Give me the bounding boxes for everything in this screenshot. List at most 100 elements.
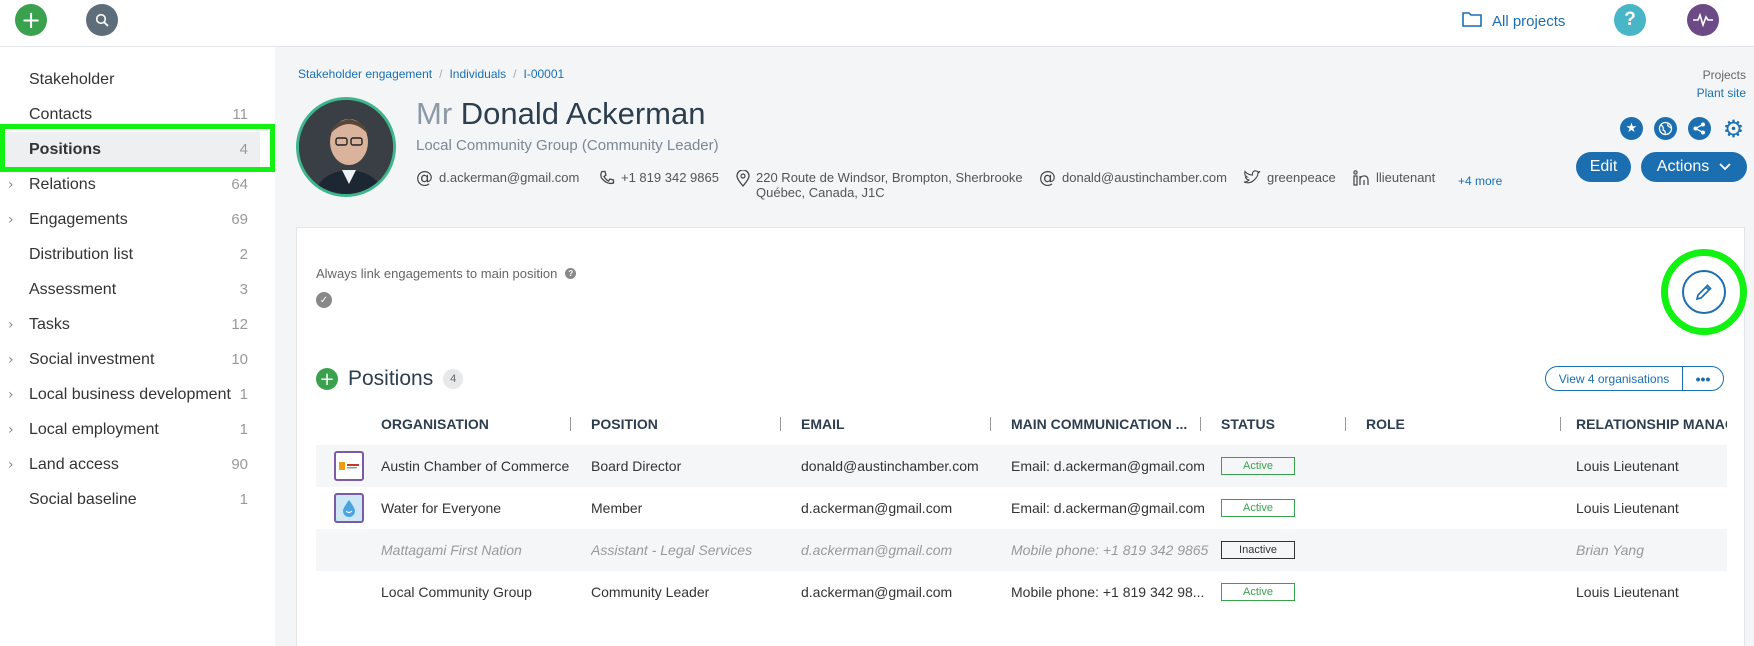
column-header-organisation[interactable]: ORGANISATION	[381, 403, 571, 445]
breadcrumb-separator: /	[513, 67, 517, 81]
table-row[interactable]: Austin Chamber of Commerce Board Directo…	[316, 445, 1727, 487]
gear-icon[interactable]: ⚙	[1722, 115, 1745, 143]
breadcrumb-item[interactable]: Individuals	[449, 67, 506, 81]
table-row[interactable]: Water for Everyone Member d.ackerman@gma…	[316, 487, 1727, 529]
add-position-icon[interactable]: +	[316, 368, 338, 390]
cell-organisation: Austin Chamber of Commerce	[381, 458, 570, 474]
sidebar-item-label: Relations	[29, 175, 96, 193]
cell-status: Active	[1221, 487, 1361, 529]
sidebar-item-relations[interactable]: › Relations 64	[0, 167, 260, 202]
chevron-right-icon: ›	[8, 456, 14, 473]
search-icon[interactable]	[86, 4, 118, 36]
top-bar: + All projects ?	[0, 0, 1754, 47]
cell-organisation: Local Community Group	[381, 584, 532, 600]
cell-role	[1366, 571, 1566, 613]
cell-relationship-manager: Louis Lieutenant	[1576, 500, 1679, 516]
cell-email: d.ackerman@gmail.com	[801, 500, 953, 516]
all-projects-link[interactable]: All projects	[1462, 11, 1565, 31]
sidebar-item-count: 1	[239, 386, 248, 403]
projects-label: Projects	[1702, 68, 1746, 82]
chevron-down-icon	[1719, 158, 1731, 176]
share-icon[interactable]	[1688, 117, 1711, 140]
more-contacts-link[interactable]: +4 more	[1458, 174, 1502, 200]
contact-linkedin[interactable]: llieutenant	[1353, 170, 1458, 200]
cell-status: Active	[1221, 571, 1361, 613]
contact-twitter[interactable]: greenpeace	[1243, 170, 1353, 200]
cell-email: donald@austinchamber.com	[801, 458, 979, 474]
cell-email: d.ackerman@gmail.com	[801, 584, 953, 600]
all-projects-label: All projects	[1492, 12, 1566, 30]
sidebar-item-stakeholder[interactable]: Stakeholder	[0, 62, 260, 97]
sidebar-item-count: 10	[231, 351, 248, 368]
column-header-status[interactable]: STATUS	[1221, 403, 1346, 445]
column-header-position[interactable]: POSITION	[591, 403, 781, 445]
cell-role	[1366, 529, 1566, 571]
star-icon[interactable]: ★	[1620, 117, 1643, 140]
cell-position: Assistant - Legal Services	[591, 542, 753, 558]
sidebar-item-local-employment[interactable]: › Local employment 1	[0, 412, 260, 447]
address-line-2: Québec, Canada, J1C	[756, 185, 885, 200]
column-header-relationship-manager[interactable]: RELATIONSHIP MANAGER	[1576, 403, 1727, 445]
chevron-right-icon: ›	[8, 176, 14, 193]
table-row[interactable]: Local Community Group Community Leader d…	[316, 571, 1727, 613]
sidebar-item-distribution-list[interactable]: Distribution list 2	[0, 237, 260, 272]
positions-count-badge: 4	[443, 369, 464, 389]
sidebar-item-tasks[interactable]: › Tasks 12	[0, 307, 260, 342]
at-icon: @	[1039, 168, 1056, 188]
actions-label: Actions	[1656, 158, 1710, 175]
chevron-right-icon: ›	[8, 351, 14, 368]
sidebar-item-engagements[interactable]: › Engagements 69	[0, 202, 260, 237]
cell-status: Inactive	[1221, 529, 1361, 571]
add-icon[interactable]: +	[15, 4, 47, 36]
sidebar-item-count: 1	[239, 421, 248, 438]
sidebar-item-label: Local employment	[29, 420, 159, 438]
more-options-button[interactable]: •••	[1682, 366, 1724, 391]
sidebar-item-social-baseline[interactable]: Social baseline 1	[0, 482, 260, 517]
sidebar-item-land-access[interactable]: › Land access 90	[0, 447, 260, 482]
check-circle-icon[interactable]: ✓	[316, 292, 332, 308]
cell-relationship-manager: Louis Lieutenant	[1576, 584, 1679, 600]
help-icon[interactable]: ?	[1614, 4, 1646, 36]
sidebar-item-count: 12	[231, 316, 248, 333]
cell-main-communication: Mobile phone: +1 819 342 9865	[1011, 542, 1209, 558]
help-circle-icon[interactable]: ?	[565, 268, 577, 279]
chevron-right-icon: ›	[8, 211, 14, 228]
contact-email[interactable]: @ d.ackerman@gmail.com	[416, 170, 599, 200]
column-header-role[interactable]: ROLE	[1366, 403, 1561, 445]
highlight-ring	[1661, 249, 1747, 335]
status-badge: Active	[1221, 499, 1295, 517]
cell-position: Member	[591, 500, 643, 516]
cell-position: Community Leader	[591, 584, 710, 600]
sidebar-item-count: 90	[231, 456, 248, 473]
phone-icon	[599, 170, 615, 189]
actions-button[interactable]: Actions	[1641, 152, 1747, 182]
breadcrumb-item[interactable]: Stakeholder engagement	[298, 67, 432, 81]
contact-info: @ d.ackerman@gmail.com +1 819 342 9865 2…	[416, 169, 1502, 200]
breadcrumb: Stakeholder engagement / Individuals / I…	[298, 67, 564, 81]
sidebar-item-social-investment[interactable]: › Social investment 10	[0, 342, 260, 377]
sidebar-item-assessment[interactable]: Assessment 3	[0, 272, 260, 307]
column-header-email[interactable]: EMAIL	[801, 403, 991, 445]
edit-button[interactable]: Edit	[1576, 152, 1631, 182]
column-header-main-communication[interactable]: MAIN COMMUNICATION ...	[1011, 403, 1201, 445]
cell-main-communication: Email: d.ackerman@gmail.com	[1011, 500, 1205, 516]
view-organisations-button[interactable]: View 4 organisations	[1545, 366, 1683, 391]
page-title: Mr Donald Ackerman	[416, 96, 705, 132]
project-link[interactable]: Plant site	[1697, 86, 1746, 100]
breadcrumb-item[interactable]: I-00001	[524, 67, 565, 81]
sidebar-item-local-business-development[interactable]: › Local business development 1	[0, 377, 260, 412]
pencil-icon[interactable]	[1682, 270, 1726, 314]
sidebar-item-label: Social baseline	[29, 490, 137, 508]
contact-address[interactable]: 220 Route de Windsor, Brompton, Sherbroo…	[736, 169, 1039, 200]
twitter-icon	[1243, 170, 1261, 188]
positions-title: Positions	[348, 367, 434, 390]
profile-icons: ★ ⚙	[1620, 115, 1745, 143]
globe-icon[interactable]	[1654, 117, 1677, 140]
sidebar-item-count: 1	[239, 491, 248, 508]
cell-main-communication: Email: d.ackerman@gmail.com	[1011, 458, 1205, 474]
table-row[interactable]: Mattagami First Nation Assistant - Legal…	[316, 529, 1727, 571]
cell-status: Active	[1221, 445, 1361, 487]
contact-email-2[interactable]: @ donald@austinchamber.com	[1039, 170, 1243, 200]
activity-icon[interactable]	[1687, 4, 1719, 36]
contact-phone[interactable]: +1 819 342 9865	[599, 170, 736, 200]
